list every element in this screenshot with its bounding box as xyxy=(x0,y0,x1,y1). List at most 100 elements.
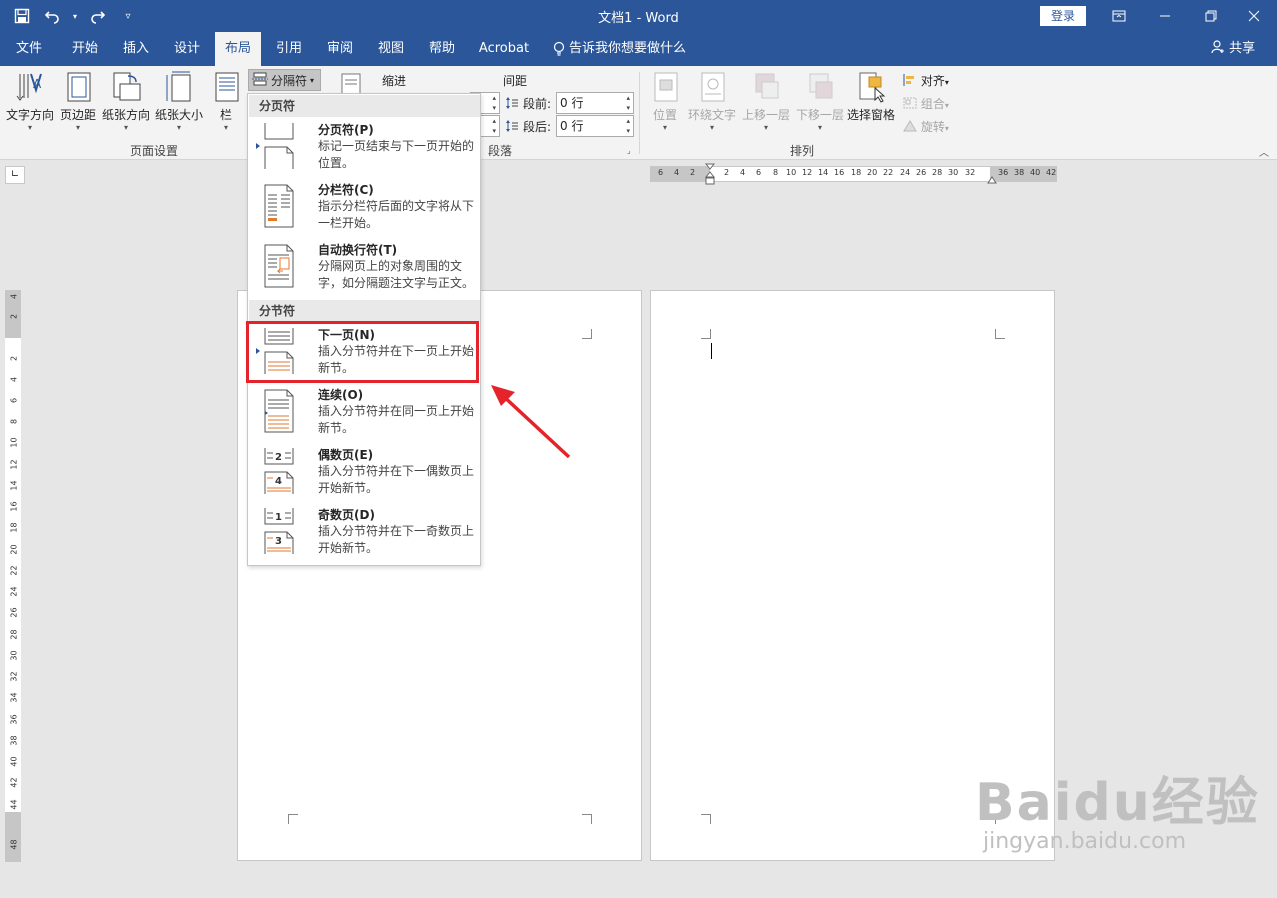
close-icon[interactable] xyxy=(1231,0,1277,32)
size-button[interactable]: 纸张大小 ▾ xyxy=(153,70,205,132)
spacing-heading: 间距 xyxy=(503,74,528,88)
rotate-button[interactable]: 旋转▾ xyxy=(903,118,949,135)
text-wrapping-break-icon xyxy=(263,243,295,289)
tab-home[interactable]: 开始 xyxy=(62,32,108,66)
orientation-button[interactable]: 纸张方向 ▾ xyxy=(100,70,152,132)
group-button[interactable]: 组合▾ xyxy=(903,95,949,112)
ruler-label: 42 xyxy=(1046,168,1057,177)
minimize-icon[interactable] xyxy=(1142,0,1188,32)
chevron-down-icon: ▾ xyxy=(944,78,949,87)
crop-mark xyxy=(582,329,592,339)
wrap-text-button[interactable]: 环绕文字 ▾ xyxy=(686,70,738,132)
crop-mark xyxy=(701,329,711,339)
align-button[interactable]: 对齐▾ xyxy=(903,72,949,89)
text-direction-button[interactable]: A 文字方向 ▾ xyxy=(4,70,56,132)
spacing-after-input[interactable]: 0 行 ▴ ▾ xyxy=(556,115,634,137)
margins-button[interactable]: 页边距 ▾ xyxy=(58,70,98,132)
share-button[interactable]: 共享 xyxy=(1211,32,1255,66)
group-separator xyxy=(639,72,640,154)
vertical-ruler[interactable]: 4 2 2 4 6 8 10 12 14 16 18 20 22 24 26 2… xyxy=(5,290,21,862)
ruler-label: 16 xyxy=(9,501,19,512)
menu-item-text-wrapping-break[interactable]: 自动换行符(T) 分隔网页上的对象周围的文字，如分隔题注文字与正文。 xyxy=(249,239,480,299)
restore-icon[interactable] xyxy=(1188,0,1234,32)
indent-marker[interactable] xyxy=(704,163,716,185)
ruler-label: 36 xyxy=(9,714,19,725)
spacing-after-value: 0 行 xyxy=(560,119,584,133)
right-indent-marker[interactable] xyxy=(987,173,997,184)
watermark-brand: Baidu经验 xyxy=(975,773,1260,833)
spacing-after-icon xyxy=(505,119,519,133)
tab-selector[interactable]: ∟ xyxy=(5,166,25,184)
ruler-label: 32 xyxy=(965,168,976,177)
menu-item-page-break[interactable]: 分页符(P) 标记一页结束与下一页开始的位置。 xyxy=(249,119,480,179)
ruler-label: 32 xyxy=(9,671,19,682)
ruler-label: 40 xyxy=(9,756,19,767)
login-button[interactable]: 登录 xyxy=(1040,6,1086,26)
orientation-icon xyxy=(110,70,142,104)
horizontal-ruler[interactable]: 6 4 2 2 4 6 8 10 12 14 16 18 20 22 24 26… xyxy=(650,163,1057,185)
chevron-down-icon: ▾ xyxy=(944,101,949,110)
menu-item-odd-page[interactable]: 13 奇数页(D) 插入分节符并在下一奇数页上开始新节。 xyxy=(249,504,480,564)
share-label: 共享 xyxy=(1229,41,1256,56)
menu-item-continuous[interactable]: 连续(O) 插入分节符并在同一页上开始新节。 xyxy=(249,384,480,444)
menu-item-title: 分页符(P) xyxy=(318,123,374,137)
paragraph-dialog-launcher-icon[interactable]: ⌟ xyxy=(627,146,631,155)
ruler-label: 30 xyxy=(948,168,959,177)
breaks-button[interactable]: 分隔符 ▾ xyxy=(248,69,321,91)
paragraph-group-label: 段落 xyxy=(488,144,513,158)
orientation-label: 纸张方向 xyxy=(101,108,150,122)
columns-button[interactable]: 栏 ▾ xyxy=(208,70,244,132)
position-button[interactable]: 位置 ▾ xyxy=(648,70,682,132)
menu-item-desc: 插入分节符并在下一奇数页上开始新节。 xyxy=(318,524,475,555)
send-backward-button[interactable]: 下移一层 ▾ xyxy=(794,70,846,132)
ruler-label: 22 xyxy=(883,168,894,177)
menu-item-column-break[interactable]: 分栏符(C) 指示分栏符后面的文字将从下一栏开始。 xyxy=(249,179,480,239)
ruler-label: 26 xyxy=(916,168,927,177)
ruler-label: 10 xyxy=(9,437,19,448)
ruler-label: 4 xyxy=(9,376,19,383)
tell-me-search[interactable]: 告诉我你想要做什么 xyxy=(553,32,686,66)
selection-pane-button[interactable]: 选择窗格 xyxy=(846,70,896,123)
tab-acrobat[interactable]: Acrobat xyxy=(474,32,534,66)
ribbon-display-options-icon[interactable] xyxy=(1096,0,1142,32)
ruler-label: 28 xyxy=(9,629,19,640)
tab-design[interactable]: 设计 xyxy=(164,32,210,66)
bring-forward-button[interactable]: 上移一层 ▾ xyxy=(740,70,792,132)
columns-label: 栏 xyxy=(219,108,232,122)
chevron-down-icon: ▾ xyxy=(223,123,228,132)
title-bar: ▾ ▿ 文档1 - Word 登录 xyxy=(0,0,1277,32)
tab-view[interactable]: 视图 xyxy=(368,32,414,66)
tab-references[interactable]: 引用 xyxy=(266,32,312,66)
ruler-label: 28 xyxy=(932,168,943,177)
even-page-break-icon: 24 xyxy=(263,448,295,494)
chevron-down-icon: ▾ xyxy=(123,123,128,132)
tab-layout[interactable]: 布局 xyxy=(215,32,261,66)
tab-help[interactable]: 帮助 xyxy=(419,32,465,66)
bring-forward-icon xyxy=(750,70,782,104)
ruler-label: 24 xyxy=(9,586,19,597)
watermark: Baidu经验 jingyan.baidu.com xyxy=(975,760,1260,854)
menu-item-title: 连续(O) xyxy=(318,388,364,402)
menu-section-section-breaks: 分节符 xyxy=(249,300,480,322)
menu-pointer-icon xyxy=(256,143,260,149)
ruler-label: 20 xyxy=(867,168,878,177)
menu-section-page-breaks: 分页符 xyxy=(249,95,480,117)
ribbon-layout: A 文字方向 ▾ 页边距 ▾ 纸张方向 ▾ 纸张大小 ▾ 栏 ▾ 页面设置 缩进 xyxy=(0,66,1277,160)
menu-item-even-page[interactable]: 24 偶数页(E) 插入分节符并在下一偶数页上开始新节。 xyxy=(249,444,480,504)
ribbon-tabs: 文件 开始 插入 设计 布局 引用 审阅 视图 帮助 Acrobat 告诉我你想… xyxy=(0,32,1277,66)
tab-review[interactable]: 审阅 xyxy=(317,32,363,66)
menu-item-desc: 插入分节符并在同一页上开始新节。 xyxy=(318,404,475,435)
tab-file[interactable]: 文件 xyxy=(6,32,52,66)
collapse-ribbon-icon[interactable]: ︿ xyxy=(1259,144,1269,159)
crop-mark xyxy=(288,814,298,824)
ruler-label: 36 xyxy=(998,168,1009,177)
menu-item-desc: 分隔网页上的对象周围的文字，如分隔题注文字与正文。 xyxy=(318,259,475,290)
ruler-label: 34 xyxy=(9,692,19,703)
ruler-label: 20 xyxy=(9,544,19,555)
ruler-label: 22 xyxy=(9,565,19,576)
ruler-label: 38 xyxy=(9,735,19,746)
arrange-group-label: 排列 xyxy=(790,144,815,158)
ruler-label: 16 xyxy=(834,168,845,177)
spacing-before-input[interactable]: 0 行 ▴ ▾ xyxy=(556,92,634,114)
tab-insert[interactable]: 插入 xyxy=(113,32,159,66)
